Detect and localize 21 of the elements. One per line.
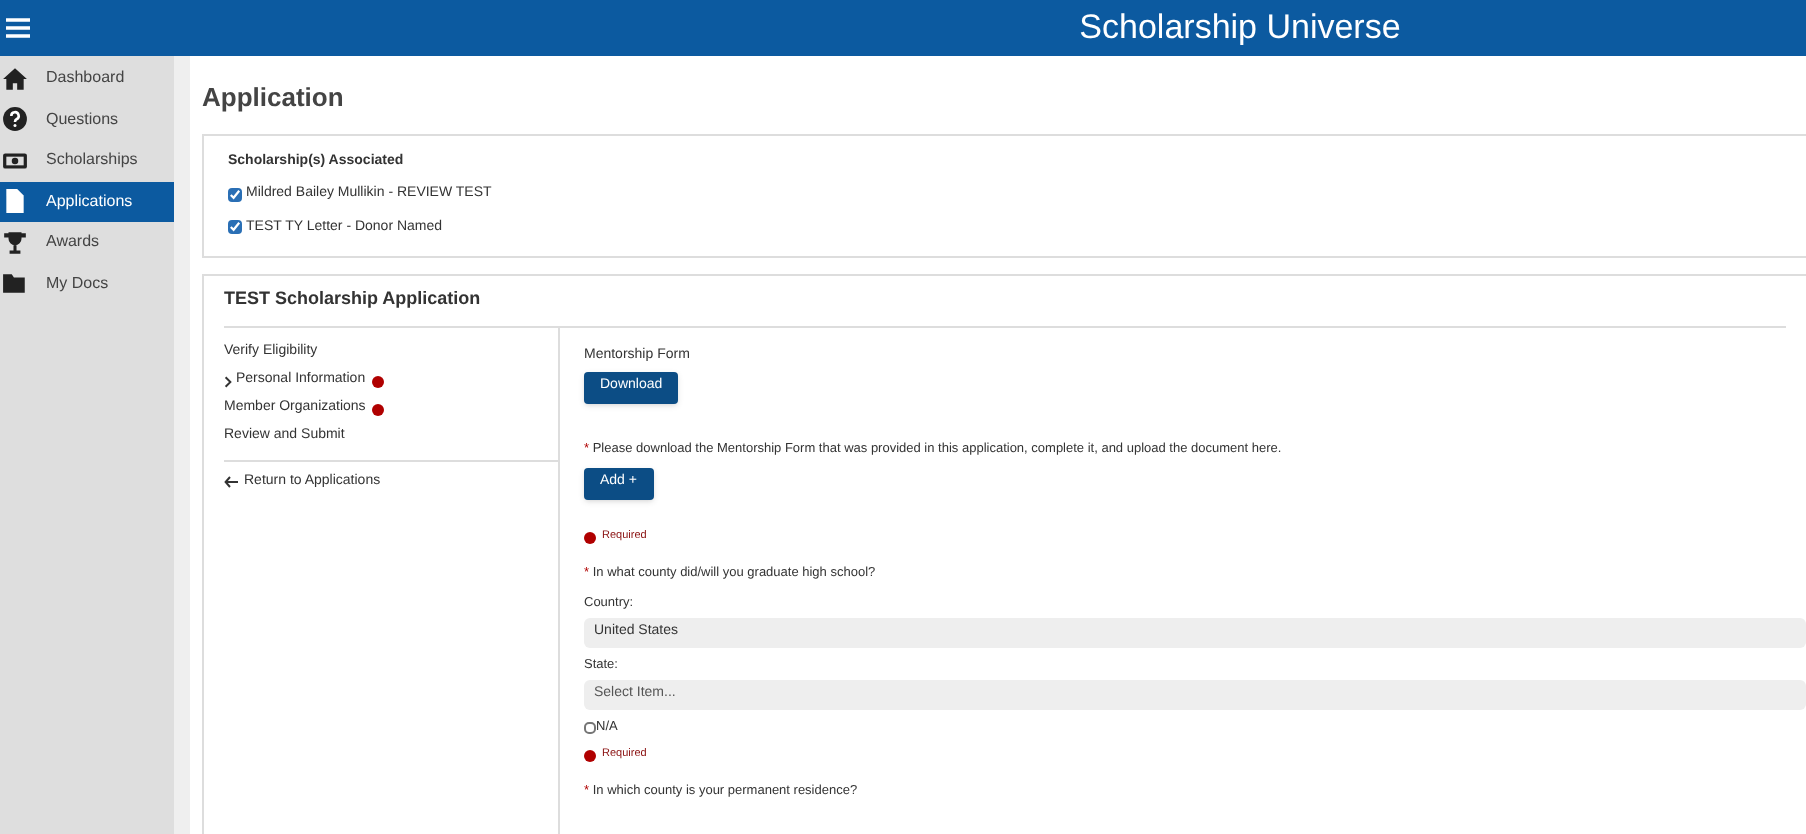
sidebar-item[interactable]: Questions bbox=[0, 99, 174, 140]
page-title: Application bbox=[202, 80, 346, 116]
card-title: TEST Scholarship Application bbox=[224, 286, 481, 313]
checkbox[interactable] bbox=[228, 187, 242, 202]
menu-icon[interactable] bbox=[6, 16, 30, 40]
app-title: Scholarship Universe bbox=[1077, 6, 1403, 51]
document-icon bbox=[2, 188, 28, 215]
house-icon bbox=[2, 65, 28, 92]
question-icon bbox=[2, 106, 28, 133]
error-icon bbox=[584, 531, 596, 543]
checkbox[interactable] bbox=[584, 721, 596, 733]
trophy-icon bbox=[2, 229, 28, 256]
sidebar-item[interactable]: Dashboard bbox=[0, 58, 174, 99]
checkbox[interactable] bbox=[228, 220, 242, 235]
error-icon bbox=[584, 749, 596, 761]
sidebar-item[interactable]: Applications bbox=[0, 181, 174, 222]
left-arrow-icon bbox=[224, 475, 238, 488]
sidebar-item[interactable]: My Docs bbox=[0, 263, 174, 304]
sidebar-item[interactable]: Awards bbox=[0, 222, 174, 263]
sidebar-item[interactable]: Scholarships bbox=[0, 140, 174, 181]
folder-icon bbox=[2, 270, 28, 297]
